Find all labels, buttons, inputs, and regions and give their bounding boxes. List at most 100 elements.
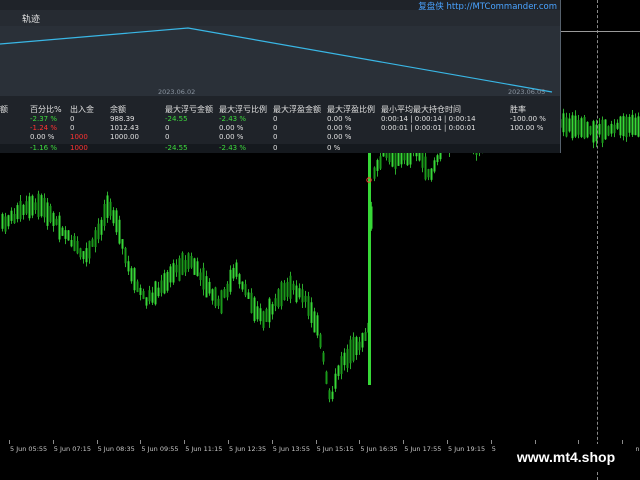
candle-body	[76, 240, 79, 254]
candle-body	[103, 204, 106, 226]
candle-body	[118, 219, 121, 244]
row3-max-float-loss-amt: 0	[165, 133, 170, 141]
candle-body	[310, 302, 313, 323]
candle-body	[1, 213, 4, 229]
candle-body	[208, 281, 211, 294]
candle-body	[568, 118, 571, 132]
row1-winrate: -100.00 %	[510, 115, 546, 123]
crosshair-vertical	[597, 0, 598, 480]
equity-graph: 2023.06.02 2023.06.05	[0, 26, 560, 96]
candle-body	[229, 269, 232, 292]
candle-body	[328, 390, 331, 400]
candle-body	[136, 281, 139, 292]
time-tick	[490, 440, 492, 444]
candle-body	[295, 285, 298, 303]
candle-body	[28, 196, 31, 219]
candle-body	[346, 348, 349, 368]
row1-max-float-loss-amt: -24.55	[165, 115, 188, 123]
summary-max-float-profit-pct: 0 %	[327, 144, 341, 152]
candle-body	[619, 116, 622, 136]
col-header-max-float-loss-amt: 最大浮亏金额	[165, 105, 213, 114]
candle-body	[226, 283, 229, 298]
candle-body	[250, 292, 253, 313]
candle-body	[190, 256, 193, 268]
row3-max-float-profit-pct: 0.00 %	[327, 133, 352, 141]
candle-body	[580, 118, 583, 137]
col-header-max-float-loss-pct: 最大浮亏比例	[219, 105, 267, 114]
candle-body	[262, 311, 265, 328]
candle-body	[577, 120, 580, 135]
candle-body	[10, 210, 13, 221]
candle-body	[337, 365, 340, 376]
candle-body	[565, 117, 568, 137]
candle-body	[22, 204, 25, 216]
candle-body	[421, 153, 424, 168]
candle-body	[607, 126, 610, 136]
row2-max-float-profit-pct: 0.00 %	[327, 124, 352, 132]
time-tick-label: 5 Jun 07:15	[53, 445, 91, 453]
col-header-hold-time: 最小平均最大持仓时间	[381, 105, 461, 114]
time-tick	[403, 440, 405, 444]
candle-body	[235, 262, 238, 277]
candle-body	[343, 352, 346, 366]
candle-body	[637, 116, 640, 137]
candle-body	[352, 337, 355, 361]
candle-body	[223, 289, 226, 298]
candle-body	[139, 287, 142, 295]
candle-body	[61, 227, 64, 236]
candle-body	[124, 247, 127, 264]
candle-body	[34, 202, 37, 211]
time-tick-label: 5 Jun 09:55	[141, 445, 179, 453]
candle-body	[265, 309, 268, 322]
candle-body	[610, 123, 613, 134]
candle-body	[178, 258, 181, 281]
candle-body	[277, 289, 280, 307]
time-tick	[184, 440, 186, 444]
col-header-amount: 额	[0, 105, 8, 114]
candle-body	[280, 282, 283, 307]
candle-body	[427, 169, 430, 178]
candle-body	[64, 230, 67, 239]
candle-body	[274, 298, 277, 306]
graph-date-right: 2023.06.05	[508, 88, 546, 96]
time-tick-label: 5 Jun 05:55	[10, 445, 48, 453]
candle-body	[160, 280, 163, 293]
time-tick	[359, 440, 361, 444]
candle-body	[301, 289, 304, 303]
candle-body	[142, 291, 145, 299]
row1-max-float-profit-amt: 0	[273, 115, 278, 123]
candle-body	[157, 287, 160, 297]
candle-body	[163, 273, 166, 294]
tab-track[interactable]: 轨迹	[22, 12, 40, 25]
candle-body	[634, 117, 637, 136]
candle-body	[40, 195, 43, 217]
candle-body	[7, 215, 10, 227]
candle-body	[166, 271, 169, 291]
candle-body	[373, 167, 376, 179]
candle-body	[109, 201, 112, 216]
row3-max-float-loss-pct: 0.00 %	[219, 133, 244, 141]
candle-body	[589, 126, 592, 135]
candle-body	[574, 115, 577, 137]
candle-body	[184, 260, 187, 273]
time-tick	[315, 440, 317, 444]
candle-body	[94, 230, 97, 248]
row1-balance: 988.39	[110, 115, 135, 123]
trade-stats-panel: 复盘侠 http://MTCommander.com 轨迹 2023.06.02…	[0, 0, 561, 153]
time-tick-label: 5 Jun 17:55	[404, 445, 442, 453]
watermark-text: www.mt4.shop	[496, 444, 636, 470]
candle-body	[151, 292, 154, 303]
candle-body	[358, 341, 361, 351]
candle-body	[112, 210, 115, 224]
candle-body	[598, 124, 601, 135]
candle-body	[91, 239, 94, 247]
candle-body	[583, 117, 586, 139]
row2-balance: 1012.43	[110, 124, 139, 132]
candle-body	[286, 281, 289, 297]
candle-body	[379, 156, 382, 169]
summary-row: -1.16 % 1000 -24.55 -2.43 % 0 0 %	[0, 144, 560, 153]
candle-body	[430, 168, 433, 180]
candle-body	[433, 160, 436, 172]
candle-body	[133, 268, 136, 291]
row2-winrate: 100.00 %	[510, 124, 544, 132]
